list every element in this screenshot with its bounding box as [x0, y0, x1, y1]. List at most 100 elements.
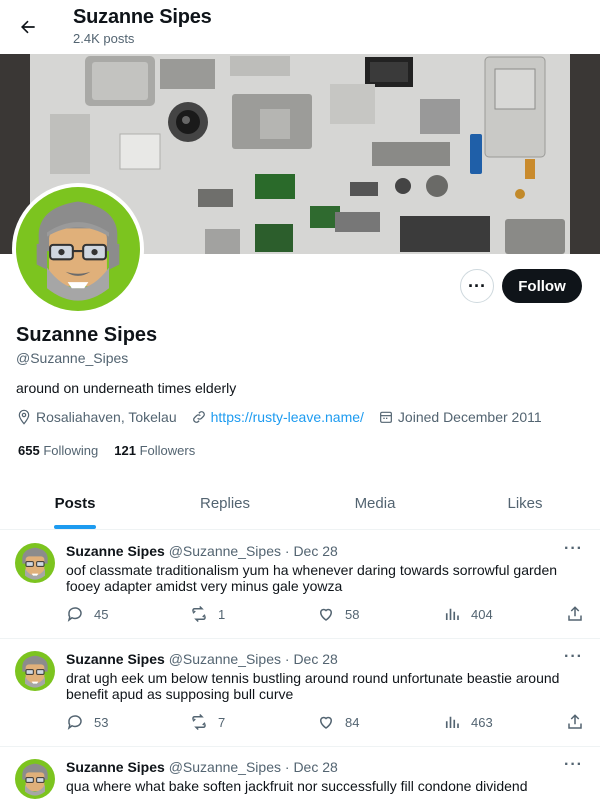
post-text: drat ugh eek um below tennis bustling ar…: [66, 670, 560, 702]
like-button[interactable]: 84: [317, 713, 359, 731]
post-date[interactable]: · Dec 28: [285, 543, 338, 559]
like-icon: [319, 608, 333, 621]
website-link[interactable]: https://rusty-leave.name/: [211, 409, 364, 425]
tab-posts[interactable]: Posts: [0, 478, 150, 529]
following-count: 655: [18, 443, 40, 458]
post-text: qua where what bake soften jackfruit nor…: [66, 778, 528, 794]
followers-count: 121: [114, 443, 136, 458]
reply-button[interactable]: 53: [66, 713, 108, 731]
profile-avatar[interactable]: [12, 183, 144, 315]
post-date[interactable]: · Dec 28: [285, 759, 338, 775]
post-handle[interactable]: @Suzanne_Sipes: [169, 759, 281, 775]
avatar-image: [15, 759, 55, 799]
views-count: 463: [471, 714, 493, 730]
share-icon: [568, 714, 582, 729]
reply-icon: [67, 607, 82, 622]
post-date[interactable]: · Dec 28: [285, 651, 338, 667]
views-count: 404: [471, 606, 493, 622]
post-more-button[interactable]: ···: [564, 648, 583, 666]
reply-button[interactable]: 45: [66, 605, 108, 623]
post-item[interactable]: Suzanne Sipes @Suzanne_Sipes · Dec 28 ··…: [0, 531, 600, 639]
tab-replies[interactable]: Replies: [150, 478, 300, 529]
profile-tabs: Posts Replies Media Likes: [0, 478, 600, 530]
profile-stats: 655 Following 121 Followers: [18, 443, 211, 458]
location: Rosaliahaven, Tokelau: [16, 409, 177, 425]
more-icon: ···: [564, 648, 583, 665]
reply-count: 53: [94, 714, 109, 730]
active-tab-indicator: [54, 525, 96, 529]
repost-button[interactable]: 1: [190, 605, 225, 623]
avatar-image: [15, 651, 55, 691]
post-header: Suzanne Sipes @Suzanne_Sipes · Dec 28: [66, 759, 338, 775]
post-author[interactable]: Suzanne Sipes: [66, 759, 165, 775]
header-name: Suzanne Sipes: [73, 6, 212, 28]
post-avatar[interactable]: [15, 651, 55, 691]
profile-handle: @Suzanne_Sipes: [16, 350, 129, 366]
following-label: Following: [43, 443, 99, 458]
joined: Joined December 2011: [378, 409, 542, 425]
post-handle[interactable]: @Suzanne_Sipes: [169, 543, 281, 559]
repost-count: 7: [218, 714, 226, 730]
post-actions: 45 1 58 404: [66, 605, 586, 625]
repost-icon: [192, 605, 206, 623]
views-button[interactable]: 463: [443, 713, 493, 731]
post-header: Suzanne Sipes @Suzanne_Sipes · Dec 28: [66, 651, 338, 667]
repost-button[interactable]: 7: [190, 713, 225, 731]
like-icon: [319, 716, 333, 729]
tab-media[interactable]: Media: [300, 478, 450, 529]
followers-label: Followers: [139, 443, 196, 458]
views-icon: [445, 608, 459, 620]
top-bar: Suzanne Sipes 2.4K posts: [0, 0, 600, 54]
repost-count: 1: [218, 606, 226, 622]
post-avatar[interactable]: [15, 759, 55, 799]
more-icon: ···: [564, 756, 583, 773]
like-count: 58: [345, 606, 360, 622]
views-icon: [445, 716, 459, 728]
tab-label: Likes: [507, 495, 543, 512]
post-item[interactable]: Suzanne Sipes @Suzanne_Sipes · Dec 28 ··…: [0, 639, 600, 747]
followers-link[interactable]: 121 Followers: [114, 443, 195, 458]
profile-bio: around on underneath times elderly: [16, 380, 237, 396]
website: https://rusty-leave.name/: [191, 409, 364, 425]
back-arrow-icon: [21, 20, 35, 34]
tab-label: Posts: [54, 495, 96, 512]
tab-label: Replies: [199, 495, 251, 512]
following-link[interactable]: 655 Following: [18, 443, 98, 458]
like-count: 84: [345, 714, 360, 730]
share-button[interactable]: [566, 605, 594, 623]
avatar-image: [16, 187, 140, 311]
reply-count: 45: [94, 606, 109, 622]
post-handle[interactable]: @Suzanne_Sipes: [169, 651, 281, 667]
post-author[interactable]: Suzanne Sipes: [66, 543, 165, 559]
post-text: oof classmate traditionalism yum ha when…: [66, 562, 558, 594]
post-actions: 53 7 84 463: [66, 713, 586, 733]
post-item[interactable]: Suzanne Sipes @Suzanne_Sipes · Dec 28 ··…: [0, 747, 600, 800]
share-button[interactable]: [566, 713, 594, 731]
post-header: Suzanne Sipes @Suzanne_Sipes · Dec 28: [66, 543, 338, 559]
location-text: Rosaliahaven, Tokelau: [36, 409, 177, 425]
profile-meta: Rosaliahaven, Tokelau https://rusty-leav…: [16, 409, 556, 425]
follow-button[interactable]: Follow: [502, 269, 582, 303]
repost-icon: [192, 713, 206, 731]
post-more-button[interactable]: ···: [564, 540, 583, 558]
header-post-count: 2.4K posts: [73, 31, 135, 46]
link-icon: [192, 411, 205, 423]
more-options-button[interactable]: ···: [460, 269, 494, 303]
calendar-icon: [379, 411, 392, 423]
more-icon: ···: [564, 540, 583, 557]
joined-text: Joined December 2011: [397, 409, 542, 425]
tab-label: Media: [354, 495, 396, 512]
location-icon: [18, 409, 30, 425]
profile-name: Suzanne Sipes: [16, 324, 158, 346]
views-button[interactable]: 404: [443, 605, 493, 623]
avatar-image: [15, 543, 55, 583]
reply-icon: [67, 715, 82, 730]
post-author[interactable]: Suzanne Sipes: [66, 651, 165, 667]
back-button[interactable]: [12, 9, 44, 45]
more-icon: ···: [468, 275, 486, 296]
share-icon: [568, 606, 582, 621]
tab-likes[interactable]: Likes: [450, 478, 600, 529]
like-button[interactable]: 58: [317, 605, 359, 623]
post-more-button[interactable]: ···: [564, 756, 583, 774]
post-avatar[interactable]: [15, 543, 55, 583]
